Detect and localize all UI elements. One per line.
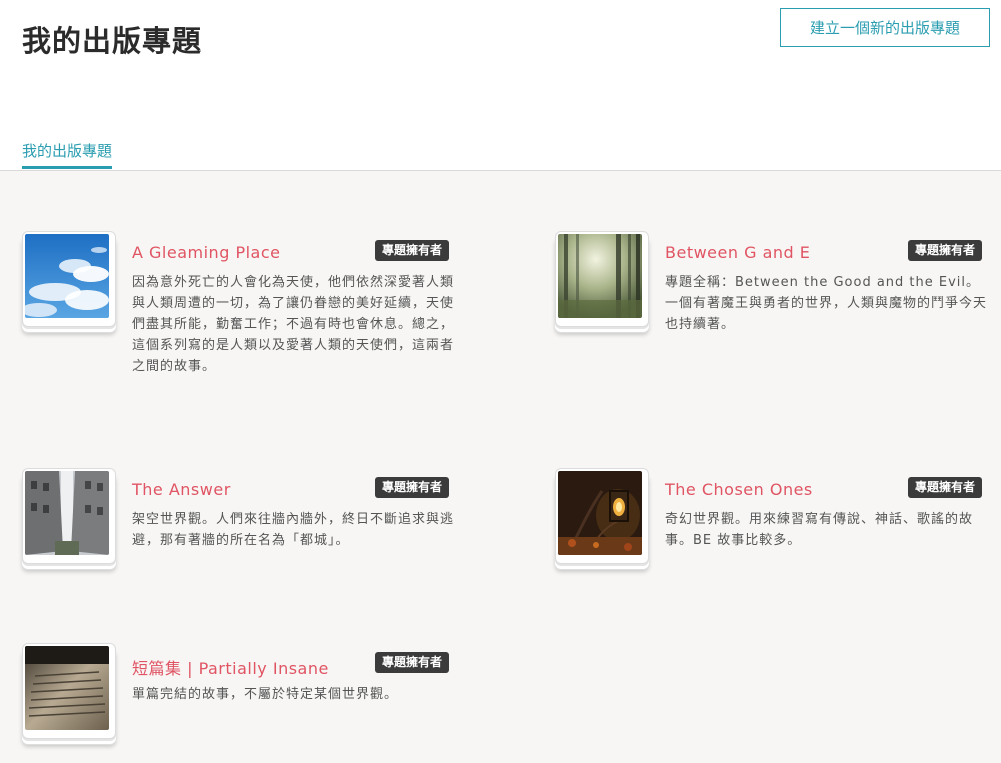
- page-title: 我的出版專題: [22, 24, 203, 58]
- project-thumbnail[interactable]: [22, 231, 116, 327]
- owner-badge: 專題擁有者: [375, 652, 450, 673]
- project-thumbnail[interactable]: [22, 468, 116, 564]
- owner-badge: 專題擁有者: [908, 240, 983, 261]
- project-card: The Chosen Ones 專題擁有者 奇幻世界觀。用來練習寫有傳說、神話、…: [555, 468, 995, 648]
- tab-my-projects[interactable]: 我的出版專題: [22, 140, 113, 169]
- create-project-button[interactable]: 建立一個新的出版專題: [780, 8, 990, 47]
- blue-sky-clouds-image: [25, 234, 109, 318]
- project-description: 奇幻世界觀。用來練習寫有傳說、神話、歌謠的故事。BE 故事比較多。: [665, 512, 974, 548]
- owner-badge: 專題擁有者: [375, 477, 450, 498]
- misty-forest-image: [558, 234, 642, 318]
- project-thumbnail[interactable]: [555, 468, 649, 564]
- project-description: 因為意外死亡的人會化為天使，他們依然深愛著人類與人類周遭的一切，為了讓仍眷戀的美…: [132, 275, 455, 374]
- project-card: 短篇集 | Partially Insane 專題擁有者 單篇完結的故事，不屬於…: [22, 643, 462, 761]
- page-header: 我的出版專題 建立一個新的出版專題 我的出版專題: [0, 0, 1001, 171]
- project-card: A Gleaming Place 專題擁有者 因為意外死亡的人會化為天使，他們依…: [22, 231, 462, 411]
- project-description: 架空世界觀。人們來往牆內牆外，終日不斷追求與逃避，那有著牆的所在名為「都城」。: [132, 512, 455, 548]
- project-description: 專題全稱：Between the Good and the Evil。一個有著魔…: [665, 275, 988, 332]
- project-title[interactable]: The Answer: [132, 480, 231, 499]
- project-thumbnail[interactable]: [555, 231, 649, 327]
- owner-badge: 專題擁有者: [908, 477, 983, 498]
- project-card: The Answer 專題擁有者 架空世界觀。人們來往牆內牆外，終日不斷追求與逃…: [22, 468, 462, 648]
- project-title[interactable]: The Chosen Ones: [665, 480, 813, 499]
- lantern-autumn-image: [558, 471, 642, 555]
- city-street-image: [25, 471, 109, 555]
- owner-badge: 專題擁有者: [375, 240, 450, 261]
- project-thumbnail[interactable]: [22, 643, 116, 739]
- project-title[interactable]: 短篇集 | Partially Insane: [132, 655, 329, 679]
- book-pages-image: [25, 646, 109, 730]
- project-description: 單篇完結的故事，不屬於特定某個世界觀。: [132, 687, 399, 702]
- project-title[interactable]: A Gleaming Place: [132, 243, 280, 262]
- project-title[interactable]: Between G and E: [665, 243, 810, 262]
- project-card: Between G and E 專題擁有者 專題全稱：Between the G…: [555, 231, 995, 411]
